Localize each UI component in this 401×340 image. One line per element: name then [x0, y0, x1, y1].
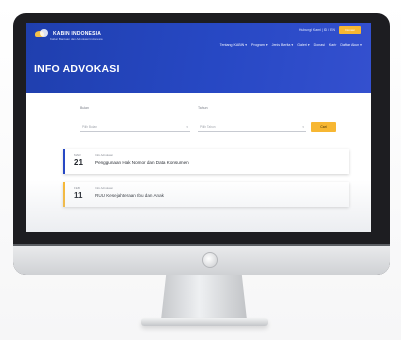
item-accent-bar [63, 182, 65, 207]
nav-item-gallery[interactable]: Galeri ▾ [297, 43, 309, 47]
year-select-value: Pilih Tahun [200, 125, 216, 129]
item-month: MAR [74, 153, 81, 157]
item-day: 11 [74, 191, 83, 200]
item-day: 21 [74, 158, 83, 167]
logo-icon [35, 29, 49, 38]
nav-item-donate[interactable]: Donasi [314, 43, 325, 47]
main-nav: Tentang KABIN ▾ Program ▾ Jenis Berita ▾… [220, 43, 362, 47]
nav-item-about[interactable]: Tentang KABIN ▾ [220, 43, 247, 47]
month-select[interactable]: Pilih Bulan ▾ [80, 123, 190, 132]
month-select-value: Pilih Bulan [82, 125, 98, 129]
topbar-links[interactable]: Hubungi Kami | ID / EN [299, 28, 335, 32]
monitor-stand [161, 275, 247, 320]
item-accent-bar [63, 149, 65, 174]
filter-bar: Bulan Pilih Bulan ▾ Tahun Pilih Tahun ▾ … [26, 93, 371, 145]
page-title: INFO ADVOKASI [34, 63, 120, 75]
year-select[interactable]: Pilih Tahun ▾ [198, 123, 306, 132]
list-item[interactable]: MAR 21 Info Advokasi Penggunaan Hak Nomo… [63, 149, 349, 174]
chevron-down-icon: ▾ [302, 125, 304, 129]
brand-tagline: Kabar Bantuan dan Advokasi Indonesia [50, 37, 103, 41]
year-label: Tahun [198, 106, 208, 110]
item-category: Info Advokasi [95, 186, 113, 190]
month-label: Bulan [80, 106, 89, 110]
nav-item-program[interactable]: Program ▾ [251, 43, 268, 47]
item-month: FEB [74, 186, 80, 190]
donate-button[interactable]: Donasi [339, 26, 361, 34]
search-button[interactable]: Cari [311, 122, 336, 132]
logo-icon [202, 252, 218, 268]
brand-name: KABIN INDONESIA [53, 30, 102, 37]
chevron-down-icon: ▾ [186, 125, 188, 129]
list-item[interactable]: FEB 11 Info Advokasi RUU Kesejahteraan I… [63, 182, 349, 207]
site-header: KABIN INDONESIA Kabar Bantuan dan Advoka… [26, 23, 371, 93]
nav-item-news[interactable]: Jenis Berita ▾ [272, 43, 294, 47]
nav-item-career[interactable]: Karir [329, 43, 337, 47]
nav-item-account[interactable]: Daftar Akun ▾ [340, 43, 362, 47]
monitor-base [141, 318, 268, 326]
product-mockup: KABIN INDONESIA Kabar Bantuan dan Advoka… [0, 0, 401, 340]
item-title[interactable]: Penggunaan Hak Nomor dan Data Konsumen [95, 160, 189, 165]
item-category: Info Advokasi [95, 153, 113, 157]
monitor-screen: KABIN INDONESIA Kabar Bantuan dan Advoka… [26, 23, 371, 232]
item-title[interactable]: RUU Kesejahteraan Ibu dan Anak [95, 193, 164, 198]
top-bar: Hubungi Kami | ID / EN Donasi [299, 26, 361, 34]
